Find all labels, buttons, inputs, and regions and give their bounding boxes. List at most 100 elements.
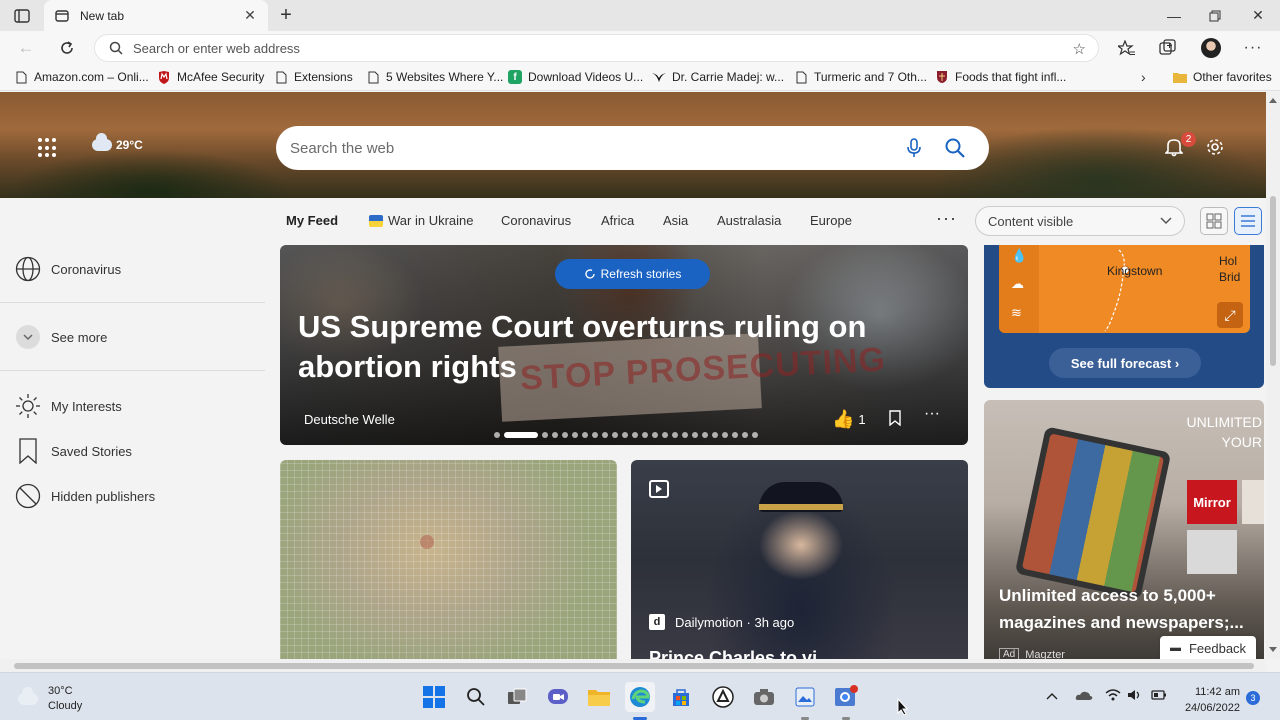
file-explorer-button[interactable]	[584, 682, 614, 712]
back-button[interactable]: ←	[12, 35, 40, 61]
carousel-dot[interactable]	[572, 432, 578, 438]
other-favorites[interactable]: Other favorites	[1173, 70, 1272, 84]
see-full-forecast-button[interactable]: See full forecast ›	[1049, 348, 1201, 378]
bookmark-item[interactable]: Extensions	[274, 70, 353, 84]
news-card-video[interactable]: d Dailymotion · 3h ago Prince Charles to…	[631, 460, 968, 659]
show-hidden-icons-chevron-icon[interactable]	[1046, 689, 1058, 704]
carousel-dot[interactable]	[582, 432, 588, 438]
new-tab-button[interactable]: +	[274, 4, 298, 26]
bookmark-item[interactable]: Amazon.com – Onli...	[14, 70, 149, 84]
carousel-dot[interactable]	[672, 432, 678, 438]
tab-africa[interactable]: Africa	[601, 213, 634, 228]
horizontal-scrollbar[interactable]	[0, 659, 1266, 672]
start-button[interactable]	[419, 682, 449, 712]
weather-map[interactable]: 💧 ☁ ≋ Kingstown Hol Brid ⤢	[999, 245, 1250, 333]
sidebar-item-my-interests[interactable]: My Interests	[14, 392, 122, 420]
apps-launcher-icon[interactable]	[38, 138, 58, 158]
vertical-scroll-thumb[interactable]	[1270, 196, 1276, 366]
web-search-box[interactable]	[276, 126, 989, 170]
bookmark-item[interactable]: 5 Websites Where Y...	[366, 70, 503, 84]
horizontal-scroll-thumb[interactable]	[14, 663, 1254, 669]
ad-headline[interactable]: Unlimited access to 5,000+ magazines and…	[999, 582, 1259, 636]
carousel-dot[interactable]	[612, 432, 618, 438]
top-story-card[interactable]: STOP PROSECUTING Refresh stories US Supr…	[280, 245, 968, 445]
volume-speaker-icon[interactable]	[1127, 689, 1143, 704]
minimize-button[interactable]: —	[1151, 0, 1197, 31]
list-layout-button[interactable]	[1234, 207, 1262, 235]
browser-tab[interactable]: New tab ✕	[44, 0, 268, 31]
settings-more-icon[interactable]: ···	[1240, 36, 1266, 60]
taskbar-clock[interactable]: 11:42 am 24/06/2022	[1176, 684, 1240, 716]
address-input[interactable]	[133, 40, 1033, 56]
carousel-dot[interactable]	[702, 432, 708, 438]
refresh-button[interactable]	[53, 35, 81, 61]
image-viewer-button[interactable]	[790, 682, 820, 712]
sidebar-item-saved-stories[interactable]: Saved Stories	[14, 437, 132, 465]
carousel-dot[interactable]	[642, 432, 648, 438]
page-settings-gear-icon[interactable]	[1204, 136, 1226, 158]
tab-actions-button[interactable]	[10, 6, 34, 26]
hero-weather[interactable]: 29°C	[92, 133, 143, 152]
expand-map-icon[interactable]: ⤢	[1217, 302, 1243, 328]
task-view-button[interactable]	[502, 682, 532, 712]
sidebar-item-coronavirus[interactable]: Coronavirus	[14, 255, 121, 283]
story-more-icon[interactable]: ···	[924, 405, 940, 423]
tab-war-in-ukraine[interactable]: War in Ukraine	[369, 213, 473, 228]
tab-my-feed[interactable]: My Feed	[286, 213, 338, 228]
microphone-icon[interactable]	[903, 137, 925, 159]
camera-app-button[interactable]	[749, 682, 779, 712]
cloud-layer-icon[interactable]: ☁	[1011, 276, 1024, 292]
add-favorite-icon[interactable]: ☆	[1073, 40, 1086, 58]
news-card-image[interactable]	[280, 460, 617, 659]
save-story-bookmark-icon[interactable]	[888, 410, 904, 428]
tab-asia[interactable]: Asia	[663, 213, 688, 228]
carousel-dot[interactable]	[742, 432, 748, 438]
tab-australasia[interactable]: Australasia	[717, 213, 781, 228]
precipitation-drop-icon[interactable]: 💧	[1011, 248, 1027, 264]
microsoft-store-button[interactable]	[666, 682, 696, 712]
web-search-input[interactable]	[290, 139, 890, 157]
grid-layout-button[interactable]	[1200, 207, 1228, 235]
carousel-dot[interactable]	[752, 432, 758, 438]
scroll-up-arrow-icon[interactable]	[1269, 98, 1277, 103]
bookmark-item[interactable]: Dr. Carrie Madej: w...	[652, 70, 784, 84]
openai-app-button[interactable]	[708, 682, 738, 712]
bookmark-item[interactable]: f Download Videos U...	[508, 70, 643, 84]
notification-center-badge[interactable]: 3	[1246, 691, 1260, 705]
wifi-icon[interactable]	[1105, 689, 1121, 704]
carousel-dot[interactable]	[662, 432, 668, 438]
carousel-dot[interactable]	[632, 432, 638, 438]
address-bar[interactable]: ☆	[94, 34, 1099, 62]
sidebar-item-hidden-publishers[interactable]: Hidden publishers	[14, 482, 155, 510]
carousel-dot[interactable]	[602, 432, 608, 438]
collections-button[interactable]	[1155, 36, 1181, 60]
carousel-indicator[interactable]	[494, 432, 758, 438]
carousel-dot-active[interactable]	[504, 432, 538, 438]
carousel-dot[interactable]	[592, 432, 598, 438]
chrome-button[interactable]	[831, 682, 861, 712]
carousel-dot[interactable]	[622, 432, 628, 438]
onedrive-cloud-icon[interactable]	[1075, 689, 1093, 704]
edge-browser-button[interactable]	[625, 682, 655, 712]
ad-card[interactable]: UNLIMITED YOUR Mirror Unlimited access t…	[984, 400, 1264, 659]
vertical-scrollbar[interactable]	[1266, 92, 1280, 659]
scroll-down-arrow-icon[interactable]	[1269, 647, 1277, 652]
wind-icon[interactable]: ≋	[1011, 305, 1022, 321]
bookmark-item[interactable]: Foods that fight infl...	[935, 70, 1066, 84]
carousel-dot[interactable]	[494, 432, 500, 438]
battery-icon[interactable]	[1151, 689, 1167, 704]
carousel-dot[interactable]	[692, 432, 698, 438]
carousel-dot[interactable]	[562, 432, 568, 438]
close-window-button[interactable]: ✕	[1235, 0, 1280, 31]
carousel-dot[interactable]	[682, 432, 688, 438]
bookmark-item[interactable]: Turmeric and 7 Oth...	[794, 70, 927, 84]
carousel-dot[interactable]	[552, 432, 558, 438]
carousel-dot[interactable]	[732, 432, 738, 438]
refresh-stories-button[interactable]: Refresh stories	[555, 259, 710, 289]
bookmarks-overflow-chevron-icon[interactable]: ›	[1141, 69, 1146, 85]
top-story-headline[interactable]: US Supreme Court overturns ruling on abo…	[298, 307, 918, 387]
tab-coronavirus[interactable]: Coronavirus	[501, 213, 571, 228]
favorites-button[interactable]	[1114, 36, 1140, 60]
tab-close-icon[interactable]: ✕	[242, 7, 258, 24]
like-button[interactable]: 👍 1	[832, 409, 866, 430]
